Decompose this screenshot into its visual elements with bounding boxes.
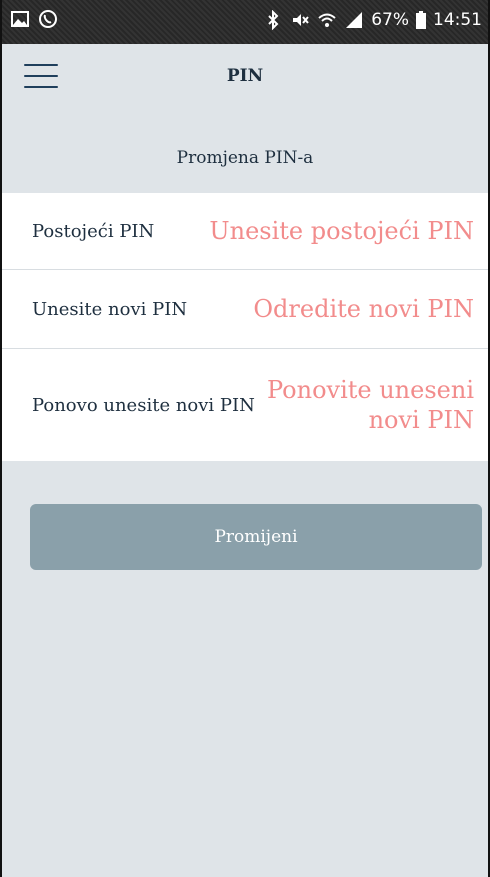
pin-change-form: Postojeći PIN Unesite postojeći PIN Unes… [2, 193, 488, 461]
confirm-pin-input[interactable]: Ponovite uneseni novi PIN [264, 375, 474, 435]
battery-percent: 67% [371, 10, 409, 30]
current-pin-label: Postojeći PIN [32, 220, 155, 242]
mute-icon [293, 14, 309, 26]
new-pin-row: Unesite novi PIN Odredite novi PIN [2, 270, 488, 349]
battery-icon [416, 11, 426, 29]
change-pin-button[interactable]: Promijeni [30, 504, 482, 570]
status-bar-left [10, 9, 58, 29]
confirm-pin-row: Ponovo unesite novi PIN Ponovite uneseni… [2, 349, 488, 461]
wifi-icon [318, 13, 336, 27]
bluetooth-icon [268, 10, 279, 30]
signal-icon [346, 12, 363, 28]
new-pin-label: Unesite novi PIN [32, 298, 188, 320]
status-bar-right: 67% 14:51 [263, 10, 482, 30]
current-pin-row: Postojeći PIN Unesite postojeći PIN [2, 193, 488, 270]
app-bar: PIN [2, 44, 488, 110]
viber-icon [39, 10, 57, 28]
page-title: PIN [226, 66, 264, 86]
section-title: Promjena PIN-a [176, 148, 314, 168]
new-pin-input[interactable]: Odredite novi PIN [253, 294, 474, 324]
confirm-pin-label: Ponovo unesite novi PIN [32, 394, 255, 416]
current-pin-input[interactable]: Unesite postojeći PIN [209, 216, 474, 246]
status-bar: 67% 14:51 [2, 0, 488, 44]
clock: 14:51 [433, 10, 482, 30]
gallery-icon [11, 11, 29, 27]
